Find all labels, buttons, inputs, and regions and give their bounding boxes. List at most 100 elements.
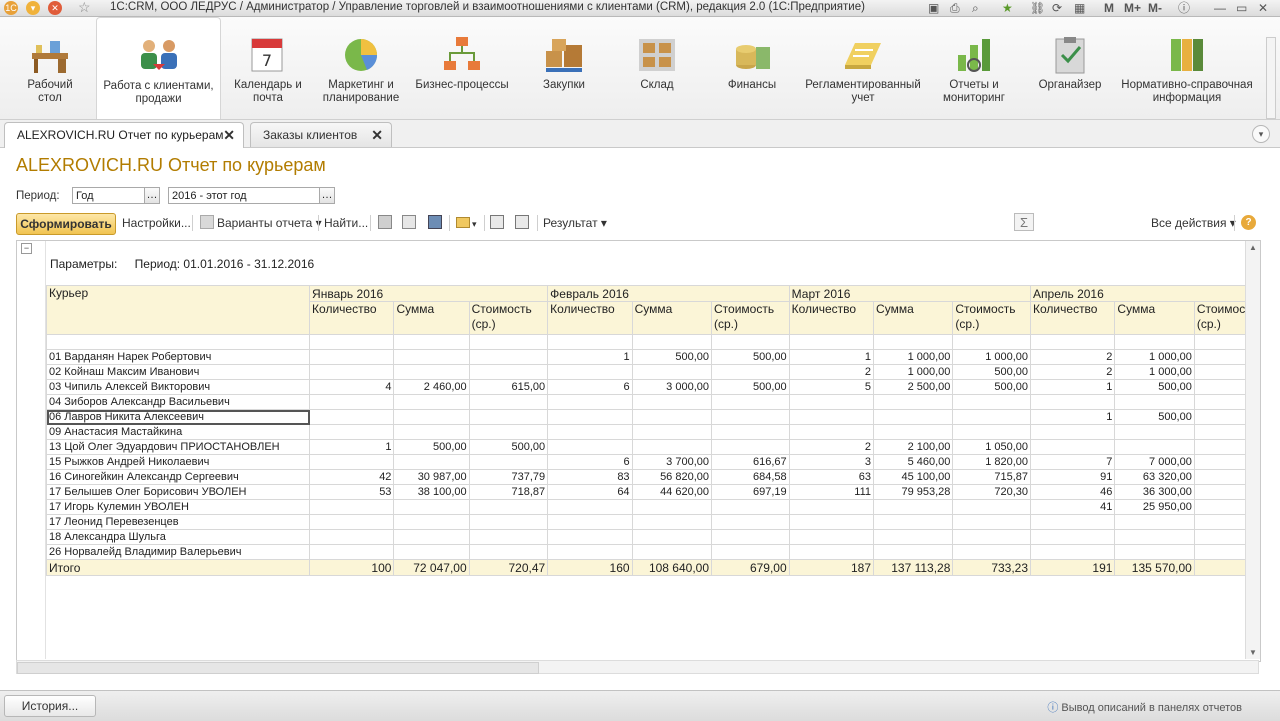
collapse-group-icon[interactable]: −	[21, 243, 32, 254]
preview-icon[interactable]: ⌕	[972, 0, 979, 16]
value-cell[interactable]: 1 000,00	[1114, 349, 1195, 365]
value-cell[interactable]: 3 000,00	[631, 379, 713, 395]
total-value-cell[interactable]: 679,00	[711, 559, 790, 576]
value-cell[interactable]: 64	[547, 484, 633, 500]
value-cell[interactable]: 1	[1030, 379, 1116, 395]
value-cell[interactable]: 7 000,00	[1114, 454, 1195, 470]
value-cell[interactable]	[309, 364, 395, 380]
header-metric[interactable]: Сумма	[873, 301, 954, 335]
value-cell[interactable]	[547, 439, 633, 455]
header-metric[interactable]: Сумма	[631, 301, 713, 335]
value-cell[interactable]: 500,00	[631, 349, 713, 365]
total-label-cell[interactable]: Итого	[45, 559, 311, 576]
value-cell[interactable]	[1114, 424, 1195, 440]
value-cell[interactable]	[1030, 544, 1116, 560]
value-cell[interactable]	[547, 499, 633, 515]
courier-name-cell[interactable]: 04 Зиборов Александр Васильевич	[45, 394, 311, 410]
table-row[interactable]: 13 Цой Олег Эдуардович ПРИОСТАНОВЛЕН 1 500…	[45, 439, 1260, 455]
value-cell[interactable]: 500,00	[711, 379, 790, 395]
table-row[interactable]: 16 Синогейкин Александр Сергеевич 42 30 98…	[45, 469, 1260, 485]
value-cell[interactable]	[952, 424, 1032, 440]
print-preview-icon[interactable]	[402, 215, 416, 229]
value-cell[interactable]	[468, 499, 549, 515]
value-cell[interactable]: 1 000,00	[873, 364, 954, 380]
value-cell[interactable]	[873, 544, 954, 560]
horizontal-scroll-thumb[interactable]	[17, 662, 539, 674]
section-desktop[interactable]: Рабочий стол	[14, 17, 86, 117]
info-icon[interactable]: ⓘ	[1178, 0, 1190, 16]
value-cell[interactable]	[711, 424, 790, 440]
section-regulated-accounting[interactable]: Регламентированный учет	[804, 17, 922, 117]
value-cell[interactable]	[1030, 394, 1116, 410]
table-row[interactable]: 17 Леонид Перевезенцев	[45, 514, 1260, 530]
period-value-select-button[interactable]: …	[319, 187, 335, 204]
paste-icon[interactable]	[515, 215, 529, 229]
value-cell[interactable]	[1030, 424, 1116, 440]
value-cell[interactable]: 737,79	[468, 469, 549, 485]
section-reference-info[interactable]: Нормативно-справочная информация	[1120, 17, 1254, 117]
value-cell[interactable]: 2	[1030, 364, 1116, 380]
value-cell[interactable]: 111	[788, 484, 875, 500]
value-cell[interactable]	[309, 454, 395, 470]
value-cell[interactable]	[468, 544, 549, 560]
value-cell[interactable]	[631, 394, 713, 410]
value-cell[interactable]	[711, 439, 790, 455]
value-cell[interactable]	[393, 424, 470, 440]
header-month[interactable]: Март 2016	[788, 285, 1032, 302]
header-metric[interactable]: Стоимость (ср.)	[952, 301, 1032, 335]
value-cell[interactable]	[309, 409, 395, 425]
value-cell[interactable]	[631, 529, 713, 545]
section-marketing[interactable]: Маркетинг и планирование	[318, 17, 404, 117]
value-cell[interactable]: 46	[1030, 484, 1116, 500]
courier-name-cell[interactable]: 13 Цой Олег Эдуардович ПРИОСТАНОВЛЕН	[45, 439, 311, 455]
value-cell[interactable]	[788, 514, 875, 530]
value-cell[interactable]	[631, 544, 713, 560]
value-cell[interactable]	[1030, 514, 1116, 530]
value-cell[interactable]	[393, 499, 470, 515]
total-value-cell[interactable]: 191	[1030, 559, 1116, 576]
table-row[interactable]: 26 Норвалейд Владимир Валерьевич	[45, 544, 1260, 560]
value-cell[interactable]: 44 620,00	[631, 484, 713, 500]
courier-name-cell[interactable]: 06 Лавров Никита Алексеевич	[45, 409, 311, 425]
value-cell[interactable]	[631, 499, 713, 515]
value-cell[interactable]: 500,00	[952, 364, 1032, 380]
value-cell[interactable]	[1114, 439, 1195, 455]
value-cell[interactable]: 2	[1030, 349, 1116, 365]
courier-name-cell[interactable]: 15 Рыжков Андрей Николаевич	[45, 454, 311, 470]
mail-icon[interactable]	[456, 217, 470, 228]
value-cell[interactable]	[309, 394, 395, 410]
value-cell[interactable]: 720,30	[952, 484, 1032, 500]
value-cell[interactable]	[547, 424, 633, 440]
table-row[interactable]: 18 Александра Шульга	[45, 529, 1260, 545]
value-cell[interactable]	[547, 409, 633, 425]
value-cell[interactable]	[711, 544, 790, 560]
value-cell[interactable]	[788, 499, 875, 515]
value-cell[interactable]: 30 987,00	[393, 469, 470, 485]
courier-name-cell[interactable]: 02 Койнаш Максим Иванович	[45, 364, 311, 380]
scroll-down-icon[interactable]: ▼	[1249, 648, 1257, 657]
header-courier[interactable]: Курьер	[45, 285, 311, 335]
minimize-button[interactable]: —	[1214, 0, 1226, 16]
value-cell[interactable]: 6	[547, 379, 633, 395]
value-cell[interactable]	[952, 544, 1032, 560]
value-cell[interactable]: 500,00	[468, 439, 549, 455]
value-cell[interactable]	[393, 454, 470, 470]
memory-m-button[interactable]: M	[1104, 0, 1114, 16]
value-cell[interactable]: 1	[309, 439, 395, 455]
courier-name-cell[interactable]: 18 Александра Шульга	[45, 529, 311, 545]
section-calendar[interactable]: 7 Календарь и почта	[226, 17, 310, 117]
period-value-field[interactable]: 2016 - этот год	[168, 187, 320, 204]
value-cell[interactable]: 2	[788, 439, 875, 455]
courier-name-cell[interactable]: 03 Чипиль Алексей Викторович	[45, 379, 311, 395]
value-cell[interactable]: 2 500,00	[873, 379, 954, 395]
value-cell[interactable]	[873, 424, 954, 440]
value-cell[interactable]: 697,19	[711, 484, 790, 500]
value-cell[interactable]	[788, 544, 875, 560]
value-cell[interactable]: 1 820,00	[952, 454, 1032, 470]
value-cell[interactable]: 2 100,00	[873, 439, 954, 455]
value-cell[interactable]: 718,87	[468, 484, 549, 500]
table-row[interactable]: 06 Лавров Никита Алексеевич 1 500,00	[45, 409, 1260, 425]
tab-courier-report[interactable]: ALEXROVICH.RU Отчет по курьерам ✕	[4, 122, 244, 148]
header-metric[interactable]: Стоимость (ср.)	[468, 301, 549, 335]
close-button[interactable]: ✕	[1258, 0, 1268, 16]
